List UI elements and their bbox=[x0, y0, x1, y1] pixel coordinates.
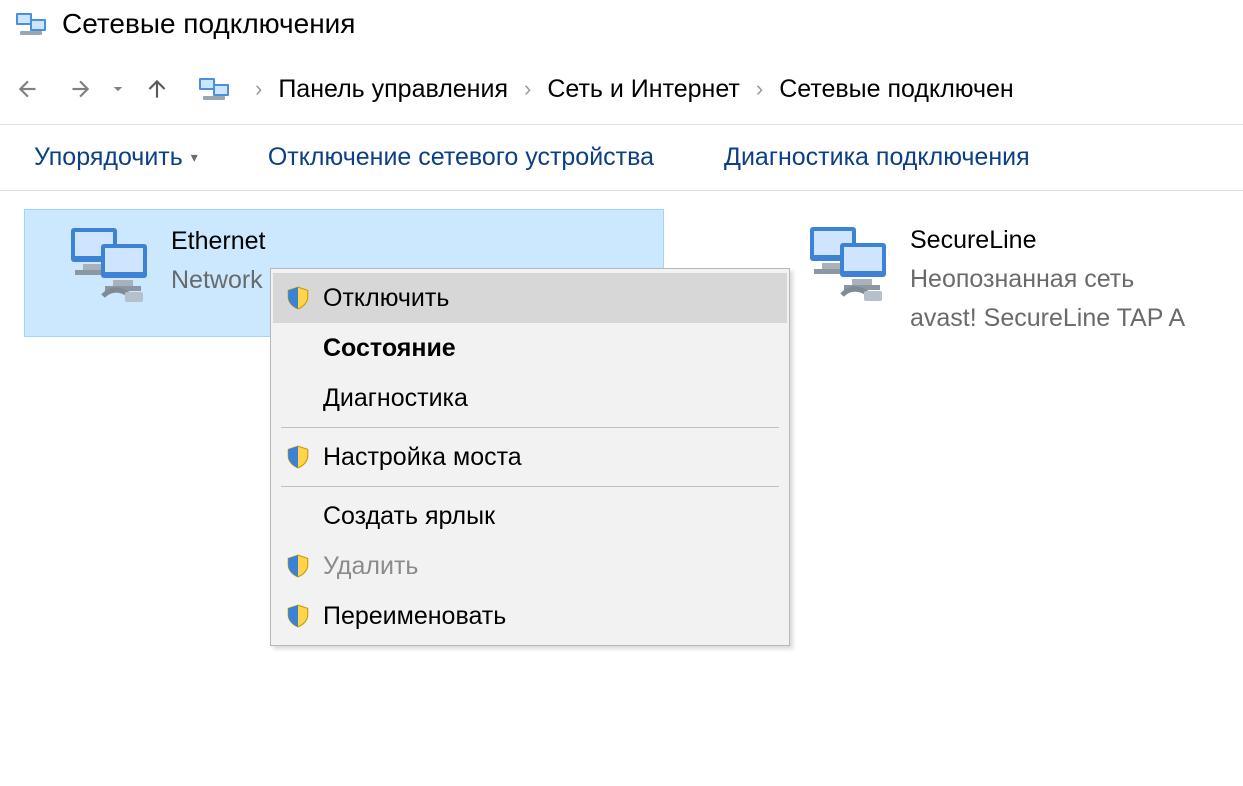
context-menu-delete: Удалить bbox=[273, 541, 787, 591]
diagnose-label: Диагностика подключения bbox=[724, 143, 1030, 172]
menu-label: Диагностика bbox=[323, 384, 468, 413]
nav-bar: › Панель управления › Сеть и Интернет › … bbox=[0, 54, 1243, 125]
title-bar: Сетевые подключения bbox=[0, 0, 1243, 54]
window-title: Сетевые подключения bbox=[62, 8, 355, 40]
context-menu-diagnose[interactable]: Диагностика bbox=[273, 373, 787, 423]
organize-label: Упорядочить bbox=[34, 143, 183, 172]
menu-label: Удалить bbox=[323, 552, 418, 581]
menu-label: Состояние bbox=[323, 334, 456, 363]
chevron-right-icon[interactable]: › bbox=[740, 76, 779, 102]
menu-label: Создать ярлык bbox=[323, 502, 495, 531]
disable-device-label: Отключение сетевого устройства bbox=[268, 143, 654, 172]
address-bar[interactable]: › Панель управления › Сеть и Интернет › … bbox=[190, 66, 1237, 112]
blank-icon bbox=[283, 333, 313, 363]
connection-name: Ethernet bbox=[171, 222, 396, 261]
breadcrumb-network-connections[interactable]: Сетевые подключен bbox=[779, 75, 1014, 104]
disable-device-button[interactable]: Отключение сетевого устройства bbox=[268, 143, 654, 172]
shield-icon bbox=[283, 601, 313, 631]
diagnose-connection-button[interactable]: Диагностика подключения bbox=[724, 143, 1030, 172]
menu-label: Отключить bbox=[323, 284, 449, 313]
chevron-down-icon: ▾ bbox=[191, 149, 198, 166]
breadcrumb-network-internet[interactable]: Сеть и Интернет bbox=[547, 75, 740, 104]
context-menu-disable[interactable]: Отключить bbox=[273, 273, 787, 323]
menu-label: Переименовать bbox=[323, 602, 506, 631]
blank-icon bbox=[283, 383, 313, 413]
chevron-right-icon[interactable]: › bbox=[508, 76, 547, 102]
connection-status: Неопознанная сеть bbox=[910, 260, 1185, 299]
content-area: Ethernet Network Connection SecureLine Н… bbox=[0, 191, 1243, 361]
shield-icon bbox=[283, 442, 313, 472]
command-bar: Упорядочить ▾ Отключение сетевого устрой… bbox=[0, 125, 1243, 191]
shield-icon bbox=[283, 551, 313, 581]
address-bar-icon bbox=[197, 74, 233, 104]
context-menu-create-shortcut[interactable]: Создать ярлык bbox=[273, 491, 787, 541]
recent-locations-button[interactable] bbox=[106, 69, 130, 109]
shield-icon bbox=[283, 283, 313, 313]
up-button[interactable] bbox=[134, 69, 180, 109]
network-adapter-icon bbox=[804, 219, 896, 311]
chevron-right-icon[interactable]: › bbox=[239, 76, 278, 102]
connection-device: avast! SecureLine TAP A bbox=[910, 299, 1185, 338]
forward-button[interactable] bbox=[56, 69, 102, 109]
menu-separator bbox=[281, 427, 779, 428]
menu-label: Настройка моста bbox=[323, 443, 522, 472]
context-menu-rename[interactable]: Переименовать bbox=[273, 591, 787, 641]
context-menu-bridge[interactable]: Настройка моста bbox=[273, 432, 787, 482]
context-menu-status[interactable]: Состояние bbox=[273, 323, 787, 373]
connection-item-secureline[interactable]: SecureLine Неопознанная сеть avast! Secu… bbox=[764, 209, 1195, 343]
context-menu: Отключить Состояние Диагностика Настройк… bbox=[270, 268, 790, 646]
connection-text-block: SecureLine Неопознанная сеть avast! Secu… bbox=[910, 215, 1185, 337]
breadcrumb-control-panel[interactable]: Панель управления bbox=[278, 75, 508, 104]
connection-name: SecureLine bbox=[910, 221, 1185, 260]
organize-menu[interactable]: Упорядочить ▾ bbox=[34, 143, 198, 172]
blank-icon bbox=[283, 501, 313, 531]
back-button[interactable] bbox=[6, 69, 52, 109]
menu-separator bbox=[281, 486, 779, 487]
network-connections-icon bbox=[14, 9, 50, 39]
network-adapter-icon bbox=[65, 220, 157, 312]
